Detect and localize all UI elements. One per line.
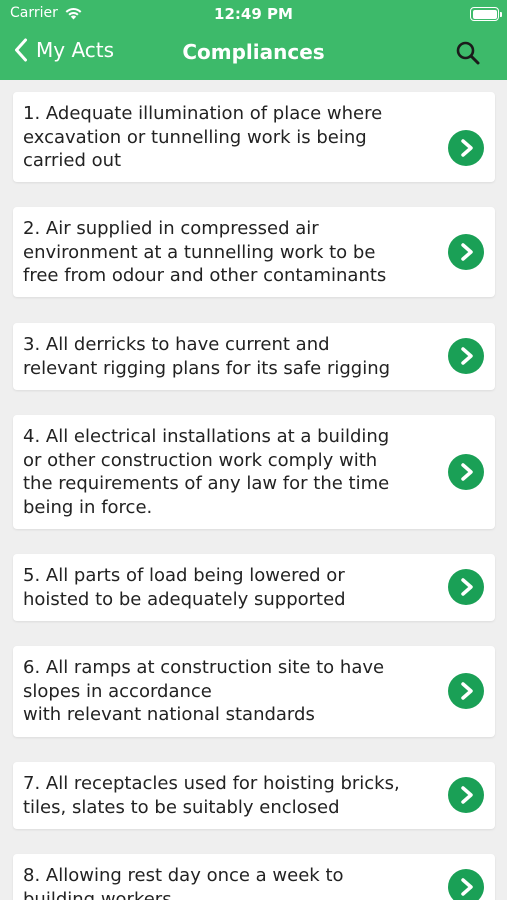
list-item[interactable]: 3. All derricks to have current and rele… xyxy=(13,323,495,390)
play-icon xyxy=(461,786,473,804)
chevron-left-icon xyxy=(15,38,27,62)
play-button[interactable] xyxy=(448,234,484,270)
play-icon xyxy=(461,878,473,896)
battery-level xyxy=(472,9,497,19)
play-button[interactable] xyxy=(448,130,484,166)
back-button[interactable]: My Acts xyxy=(14,38,114,62)
list-item-label: 4. All electrical installations at a bui… xyxy=(23,426,390,518)
list-item-label: 7. All receptacles used for hoisting bri… xyxy=(23,773,400,818)
play-icon xyxy=(461,243,473,261)
play-button[interactable] xyxy=(448,338,484,374)
navigation-bar: My Acts Compliances xyxy=(0,28,507,80)
play-button[interactable] xyxy=(448,777,484,813)
status-bar: Carrier 12:49 PM xyxy=(0,0,507,28)
play-icon xyxy=(461,578,473,596)
app-header: Carrier 12:49 PM My Acts Compliances xyxy=(0,0,507,80)
play-button[interactable] xyxy=(448,869,484,900)
play-icon xyxy=(461,139,473,157)
list-item[interactable]: 5. All parts of load being lowered or ho… xyxy=(13,554,495,621)
list-item[interactable]: 7. All receptacles used for hoisting bri… xyxy=(13,762,495,829)
search-icon[interactable] xyxy=(455,40,481,66)
battery-icon xyxy=(470,7,502,21)
play-icon xyxy=(461,463,473,481)
play-button[interactable] xyxy=(448,454,484,490)
status-time: 12:49 PM xyxy=(214,5,293,23)
list-item-label: 6. All ramps at construction site to hav… xyxy=(23,657,385,725)
list-item-label: 2. Air supplied in compressed air enviro… xyxy=(23,218,387,286)
play-button[interactable] xyxy=(448,673,484,709)
list-item[interactable]: 1. Adequate illumination of place where … xyxy=(13,92,495,182)
list-item[interactable]: 6. All ramps at construction site to hav… xyxy=(13,646,495,737)
play-button[interactable] xyxy=(448,569,484,605)
list-item-label: 8. Allowing rest day once a week to buil… xyxy=(23,865,344,900)
list-item[interactable]: 4. All electrical installations at a bui… xyxy=(13,415,495,529)
list-item-label: 5. All parts of load being lowered or ho… xyxy=(23,565,346,610)
back-button-label: My Acts xyxy=(36,38,115,62)
list-item-label: 1. Adequate illumination of place where … xyxy=(23,103,383,171)
list-item[interactable]: 8. Allowing rest day once a week to buil… xyxy=(13,854,495,900)
play-icon xyxy=(461,682,473,700)
list-item[interactable]: 2. Air supplied in compressed air enviro… xyxy=(13,207,495,297)
list-item-label: 3. All derricks to have current and rele… xyxy=(23,334,391,379)
play-icon xyxy=(461,347,473,365)
